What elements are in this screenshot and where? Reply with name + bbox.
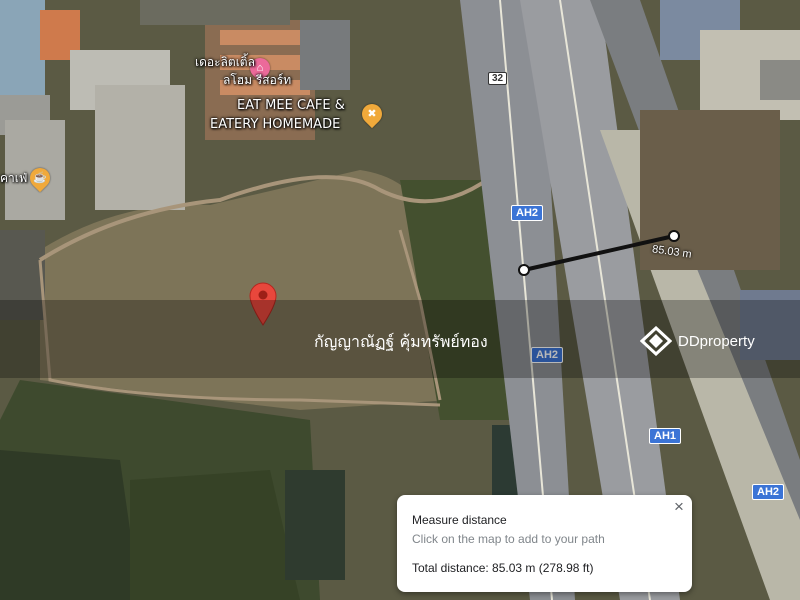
route-32-shield: 32: [488, 72, 508, 85]
highway-label-ah1: AH1: [649, 428, 682, 444]
ddproperty-logo-icon: [640, 326, 672, 356]
measure-panel-title: Measure distance: [412, 513, 507, 527]
close-icon[interactable]: ×: [674, 497, 684, 517]
measure-end-point: [668, 230, 680, 242]
cafe-poi-icon[interactable]: ☕: [25, 163, 55, 193]
measure-distance-panel: Measure distance Click on the map to add…: [397, 495, 692, 592]
measure-start-point: [518, 264, 530, 276]
poi-resort-label-1: เดอะลิตเติ้ล: [195, 55, 255, 69]
brand-name: DDproperty: [678, 332, 755, 350]
poi-cafe-label-2: EATERY HOMEMADE: [210, 117, 341, 132]
owner-watermark: กัญญาณัฏฐ์ คุ้มทรัพย์ทอง: [314, 332, 488, 351]
poi-resort-label-2: ลโฮม รีสอร์ท: [223, 73, 292, 87]
ddproperty-watermark: DDproperty: [640, 326, 755, 356]
poi-cafe-label-1: EAT MEE CAFE &: [237, 98, 345, 113]
poi-left-cafe-label: คาเฟ่: [0, 171, 28, 185]
measure-panel-hint: Click on the map to add to your path: [412, 532, 605, 546]
food-poi-icon[interactable]: ✖: [357, 99, 387, 129]
measure-panel-total: Total distance: 85.03 m (278.98 ft): [412, 561, 594, 575]
highway-label-ah2-top: AH2: [511, 205, 544, 221]
highway-label-ah2-right: AH2: [752, 484, 785, 500]
